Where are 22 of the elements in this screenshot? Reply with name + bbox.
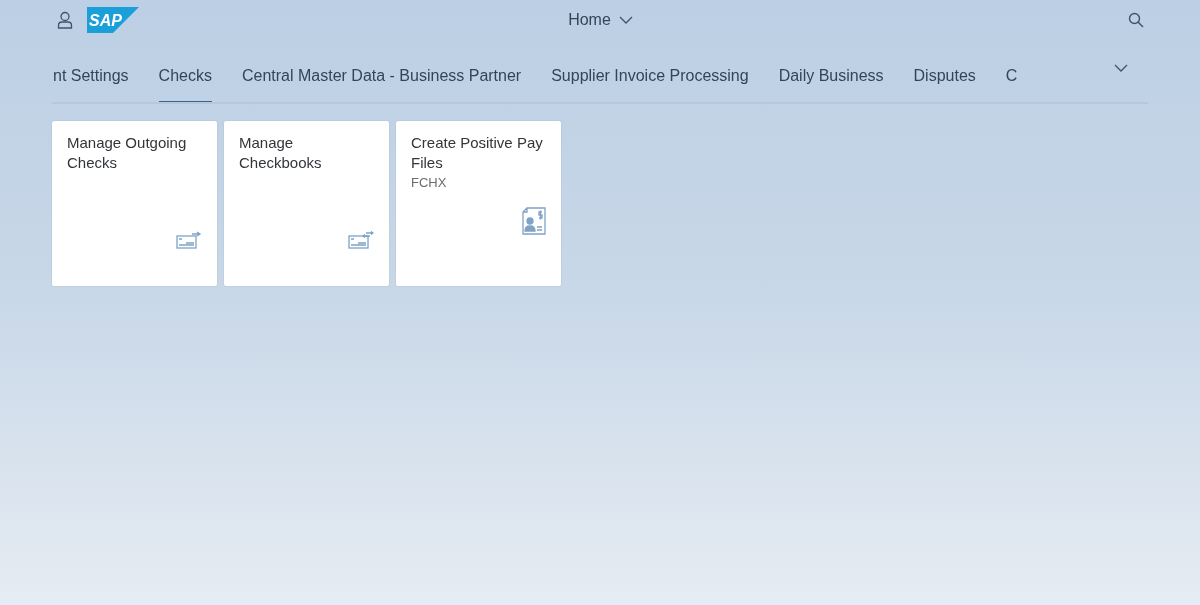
tile-title: Create Positive Pay Files	[411, 133, 544, 173]
home-title-button[interactable]: Home	[568, 11, 633, 29]
user-icon[interactable]	[57, 11, 73, 29]
check-exchange-icon	[348, 231, 374, 249]
tab[interactable]: C	[1005, 60, 1018, 102]
tab[interactable]: Central Master Data - Business Partner	[241, 60, 522, 102]
tab[interactable]: Supplier Invoice Processing	[551, 60, 749, 102]
app-tile[interactable]: Manage Checkbooks	[224, 121, 389, 286]
check-arrow-icon	[176, 231, 202, 249]
app-tile[interactable]: Manage Outgoing Checks	[52, 121, 217, 286]
tab[interactable]: Disputes	[913, 60, 976, 102]
tile-title: Manage Checkbooks	[239, 133, 323, 173]
search-icon[interactable]	[1128, 12, 1144, 28]
chevron-down-icon	[618, 16, 633, 24]
tab[interactable]: nt Settings	[52, 60, 129, 102]
document-person-dollar-icon	[522, 207, 546, 235]
tile-title: Manage Outgoing Checks	[67, 133, 188, 173]
app-tile[interactable]: Create Positive Pay Files FCHX	[396, 121, 561, 286]
tile-subtitle: FCHX	[411, 175, 448, 190]
tab[interactable]: Daily Business	[778, 60, 884, 102]
tab[interactable]: Checks	[158, 60, 212, 102]
logo-text: SAP	[89, 12, 122, 29]
